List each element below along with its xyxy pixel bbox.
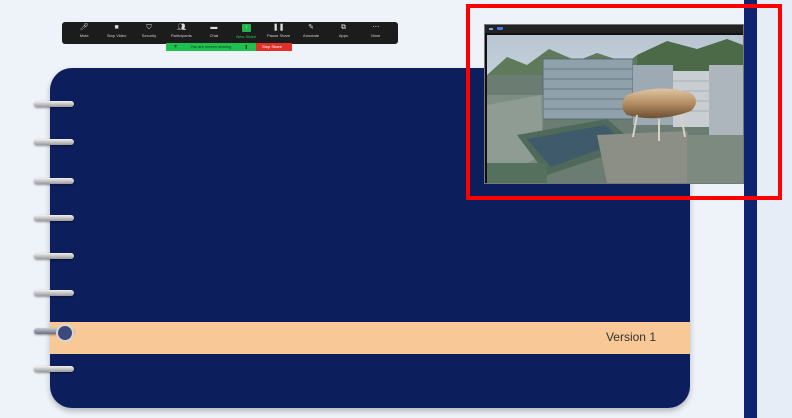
version-band: Version 1 [50, 322, 690, 354]
pause-icon: ❚❚ [272, 24, 285, 31]
pause-icon: ❚ [244, 44, 248, 49]
spiral-ring [34, 366, 74, 372]
security-button[interactable]: ⛉ Security [133, 24, 165, 38]
spiral-ring [34, 139, 74, 145]
sharing-indicator: ⛨ You are screen sharing ❚ [166, 43, 256, 51]
chat-icon: ▬ [210, 24, 218, 31]
video-camera-icon: ■ [114, 24, 119, 31]
apps-button[interactable]: ⧉ Apps [327, 24, 359, 38]
chat-button[interactable]: ▬ Chat [198, 24, 230, 38]
more-icon: ⋯ [372, 24, 380, 31]
shield-icon: ⛨ [174, 44, 177, 49]
sharing-message: You are screen sharing [190, 44, 232, 49]
microphone-icon: 🎤︎ [79, 24, 89, 31]
spiral-ring [34, 215, 74, 221]
stop-share-button[interactable]: Stop Share [256, 43, 292, 51]
more-button[interactable]: ⋯ More [360, 24, 392, 38]
spiral-ring [34, 101, 74, 107]
meeting-toolbar: 🎤︎ Mute ■ Stop Video ⛉ Security 👥︎ Parti… [62, 22, 398, 44]
spiral-ring [34, 290, 74, 296]
new-share-button[interactable]: ↑ New Share [230, 24, 262, 39]
screen-share-status: ⛨ You are screen sharing ❚ Stop Share [166, 43, 292, 51]
highlight-box [466, 4, 782, 200]
share-screen-icon: ↑ [241, 24, 251, 32]
pen-icon: ✎ [308, 24, 314, 31]
participants-icon: 👥︎ [176, 24, 186, 31]
spiral-ring-active [34, 324, 74, 342]
shield-icon: ⛉ [146, 24, 152, 31]
mute-button[interactable]: 🎤︎ Mute [68, 24, 100, 38]
stop-video-button[interactable]: ■ Stop Video [100, 24, 132, 38]
version-label: Version 1 [605, 330, 656, 344]
spiral-ring [34, 178, 74, 184]
pause-share-button[interactable]: ❚❚ Pause Share [262, 24, 294, 38]
annotate-button[interactable]: ✎ Annotate [295, 24, 327, 38]
apps-icon: ⧉ [340, 24, 346, 31]
participants-button[interactable]: 👥︎ Participants [165, 24, 197, 38]
spiral-ring [34, 253, 74, 259]
